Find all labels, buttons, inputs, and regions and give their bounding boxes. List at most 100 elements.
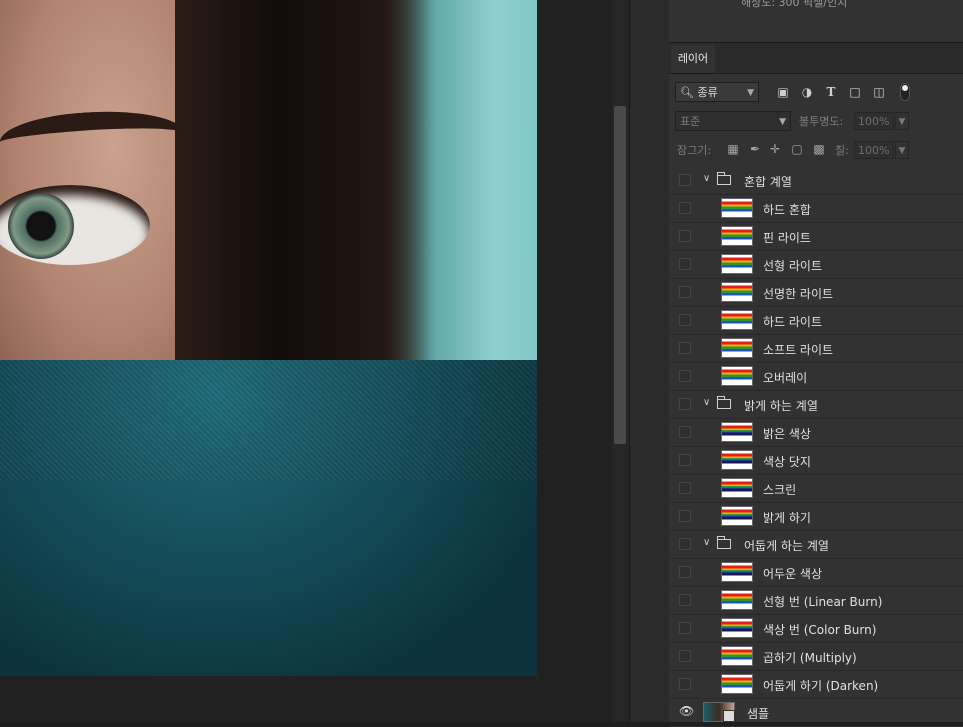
layer-thumbnail	[721, 310, 753, 330]
visibility-toggle[interactable]	[679, 258, 691, 270]
layer-thumbnail	[721, 338, 753, 358]
layer-group-row[interactable]: ∨ 밝게 하는 계열	[669, 391, 963, 419]
layer-row[interactable]: 색상 닷지	[669, 447, 963, 475]
artboard-lock-icon[interactable]: ▢	[789, 140, 805, 158]
layer-thumbnail	[721, 282, 753, 302]
chevron-down-icon[interactable]: ∨	[703, 397, 710, 408]
filter-toggle[interactable]	[900, 83, 910, 101]
lock-position-icon[interactable]: ✛	[767, 140, 783, 158]
layer-row[interactable]: 스크린	[669, 475, 963, 503]
layers-panel: 레이어 🔍︎ 종류 ▼ ▣ ◑ T □ ◫ 표준 ▼ 불투명도: 100% ▼ …	[669, 43, 963, 727]
chevron-down-icon[interactable]: ▼	[895, 112, 909, 130]
layer-row[interactable]: 오버레이	[669, 363, 963, 391]
chevron-down-icon: ▼	[779, 117, 786, 127]
layer-row[interactable]: 선형 라이트	[669, 251, 963, 279]
visibility-toggle[interactable]	[679, 594, 691, 606]
blend-mode-select[interactable]: 표준 ▼	[675, 111, 791, 131]
blend-mode-value: 표준	[680, 115, 701, 128]
visibility-toggle[interactable]	[679, 650, 691, 662]
smart-object-filter-icon[interactable]: ◫	[871, 84, 887, 100]
layer-row[interactable]: 어둡게 하기 (Darken)	[669, 671, 963, 699]
chevron-down-icon: ▼	[747, 88, 754, 98]
lock-transparent-pixels-icon[interactable]: ▦	[725, 140, 741, 158]
type-filter-icon[interactable]: T	[823, 84, 839, 100]
visibility-toggle[interactable]	[679, 370, 691, 382]
lock-all-icon[interactable]: ▩	[811, 140, 827, 158]
layer-thumbnail	[721, 198, 753, 218]
adjustment-filter-icon[interactable]: ◑	[799, 84, 815, 100]
layer-thumbnail	[721, 366, 753, 386]
tab-layers[interactable]: 레이어	[671, 45, 715, 73]
layer-row[interactable]: 선명한 라이트	[669, 279, 963, 307]
lock-row: 잠그기: ▦ ✒ ✛ ▢ ▩ 칠: 100% ▼	[675, 140, 957, 160]
layer-thumbnail	[721, 618, 753, 638]
visibility-toggle[interactable]	[679, 286, 691, 298]
fill-field[interactable]: 100% ▼	[854, 141, 909, 159]
sample-photo	[0, 0, 537, 676]
visibility-toggle[interactable]	[679, 342, 691, 354]
visibility-toggle[interactable]	[679, 510, 691, 522]
blend-row: 표준 ▼ 불투명도: 100% ▼	[675, 111, 957, 131]
layer-thumbnail	[721, 450, 753, 470]
filter-kind-select[interactable]: 🔍︎ 종류 ▼	[675, 82, 759, 102]
visibility-toggle[interactable]	[679, 398, 691, 410]
lock-image-pixels-icon[interactable]: ✒	[747, 140, 763, 158]
image-filter-icon[interactable]: ▣	[775, 84, 791, 100]
layer-thumbnail	[721, 422, 753, 442]
layer-name: 하드 혼합	[763, 203, 811, 217]
layer-name: 오버레이	[763, 371, 808, 385]
visibility-toggle[interactable]	[679, 426, 691, 438]
scrollbar-thumb[interactable]	[614, 106, 626, 444]
layer-row[interactable]: 어두운 색상	[669, 559, 963, 587]
visibility-toggle[interactable]	[679, 622, 691, 634]
chevron-down-icon[interactable]: ∨	[703, 173, 710, 184]
visibility-toggle[interactable]	[679, 454, 691, 466]
layer-group-row[interactable]: ∨ 혼합 계열	[669, 167, 963, 195]
chevron-down-icon[interactable]: ∨	[703, 537, 710, 548]
layer-thumbnail	[721, 478, 753, 498]
layer-row[interactable]: 하드 혼합	[669, 195, 963, 223]
layer-group-row[interactable]: ∨ 어둡게 하는 계열	[669, 531, 963, 559]
smart-object-badge-icon	[723, 710, 735, 722]
opacity-value: 100%	[858, 115, 890, 128]
layer-row[interactable]: 선형 번 (Linear Burn)	[669, 587, 963, 615]
layer-row[interactable]: 색상 번 (Color Burn)	[669, 615, 963, 643]
layer-row[interactable]: 👁︎ 샘플	[669, 699, 963, 727]
layer-name: 어둡게 하기 (Darken)	[763, 679, 879, 693]
layer-thumbnail	[721, 674, 753, 694]
layer-row[interactable]: 밝게 하기	[669, 503, 963, 531]
layer-name: 혼합 계열	[744, 175, 792, 189]
folder-icon	[717, 396, 731, 409]
eye-icon[interactable]: 👁︎	[679, 704, 694, 718]
layer-thumbnail	[721, 646, 753, 666]
visibility-toggle[interactable]	[679, 314, 691, 326]
visibility-toggle[interactable]	[679, 566, 691, 578]
visibility-toggle[interactable]	[679, 174, 691, 186]
document-canvas[interactable]	[0, 0, 612, 722]
layer-name: 선형 라이트	[763, 259, 823, 273]
visibility-toggle[interactable]	[679, 482, 691, 494]
visibility-toggle[interactable]	[679, 230, 691, 242]
visibility-toggle[interactable]	[679, 678, 691, 690]
opacity-field[interactable]: 100% ▼	[854, 112, 909, 130]
properties-panel: 해상도: 300 픽셀/인치	[669, 0, 963, 43]
layer-name: 소프트 라이트	[763, 343, 834, 357]
layer-thumbnail	[721, 506, 753, 526]
opacity-label: 불투명도:	[799, 115, 844, 128]
visibility-toggle[interactable]	[679, 538, 691, 550]
layer-name: 핀 라이트	[763, 231, 811, 245]
layer-name: 선명한 라이트	[763, 287, 834, 301]
folder-icon	[717, 172, 731, 185]
chevron-down-icon[interactable]: ▼	[895, 141, 909, 159]
shape-filter-icon[interactable]: □	[847, 84, 863, 100]
resolution-text: 해상도: 300 픽셀/인치	[741, 0, 848, 9]
lock-label: 잠그기:	[677, 144, 712, 157]
layer-row[interactable]: 곱하기 (Multiply)	[669, 643, 963, 671]
layer-row[interactable]: 밝은 색상	[669, 419, 963, 447]
layer-thumbnail	[721, 226, 753, 246]
visibility-toggle[interactable]	[679, 202, 691, 214]
layer-name: 색상 닷지	[763, 455, 811, 469]
layer-row[interactable]: 소프트 라이트	[669, 335, 963, 363]
layer-row[interactable]: 하드 라이트	[669, 307, 963, 335]
layer-row[interactable]: 핀 라이트	[669, 223, 963, 251]
